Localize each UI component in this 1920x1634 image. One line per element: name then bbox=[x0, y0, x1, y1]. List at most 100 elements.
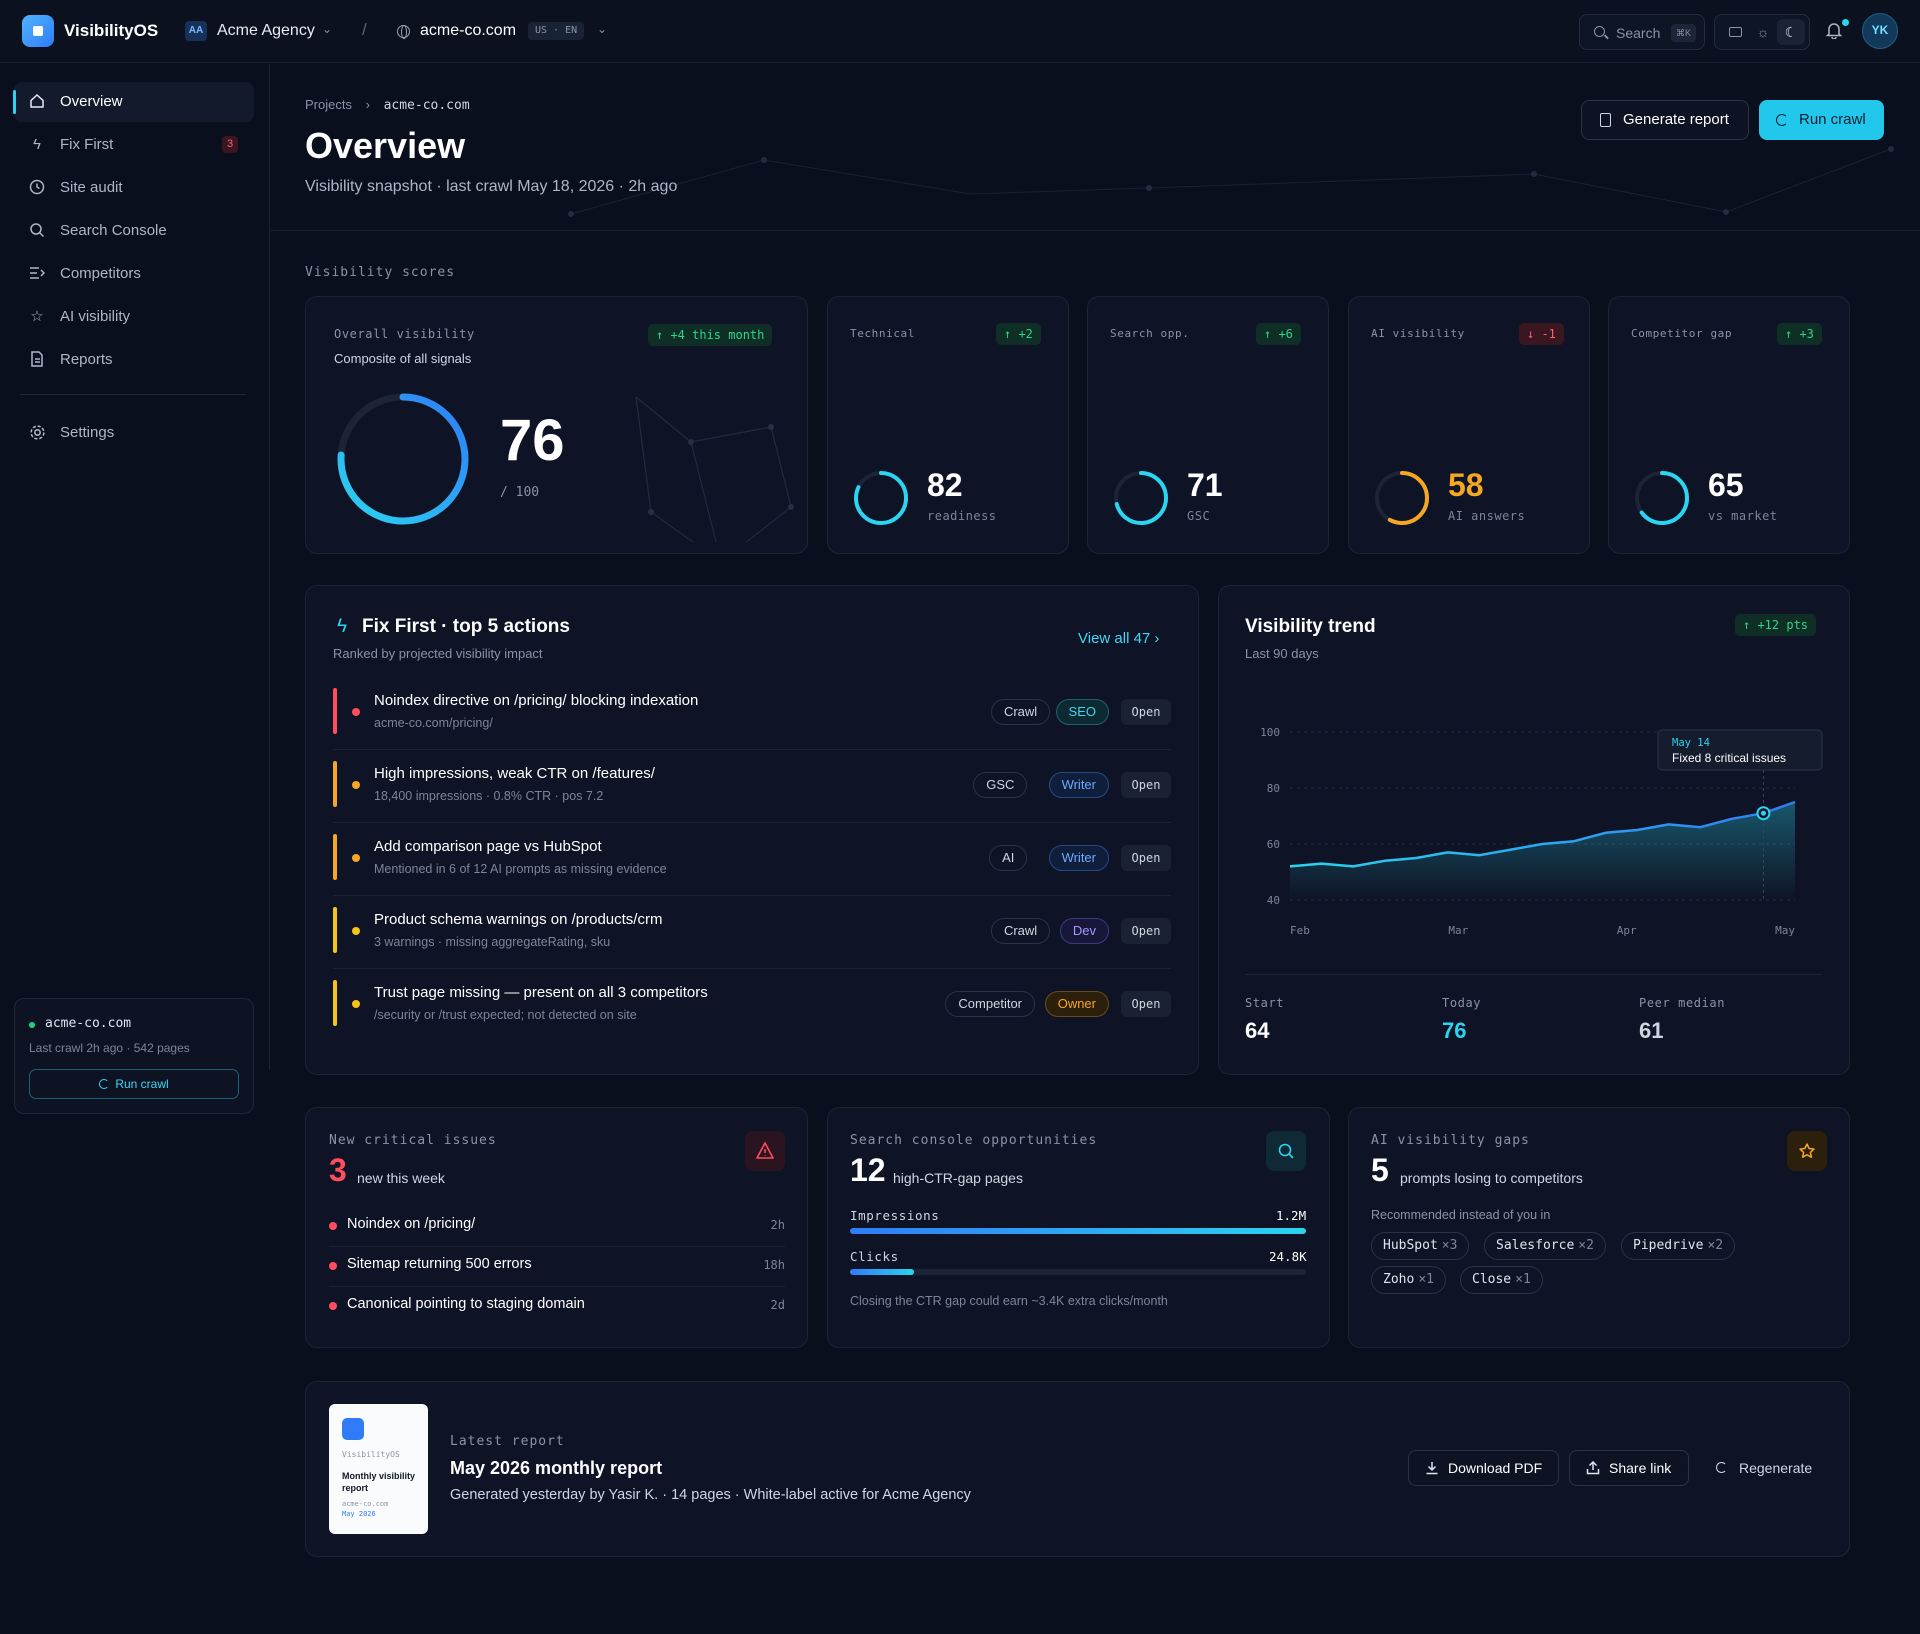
sidebar-item-search-console[interactable]: Search Console bbox=[14, 211, 254, 251]
trend-area bbox=[1290, 802, 1795, 900]
trend-stat-value: 61 bbox=[1639, 1018, 1664, 1043]
divider bbox=[333, 895, 1171, 896]
monitor-icon[interactable] bbox=[1721, 19, 1749, 45]
tag-ai[interactable]: AI bbox=[989, 845, 1028, 871]
download-label: Download PDF bbox=[1448, 1460, 1543, 1476]
competitor-chip[interactable]: HubSpot ×3 bbox=[1371, 1232, 1470, 1260]
site-switcher[interactable]: acme-co.com bbox=[420, 22, 516, 40]
divider bbox=[329, 1286, 785, 1287]
page-subtitle: Visibility snapshot · last crawl May 18,… bbox=[305, 178, 678, 195]
avatar[interactable]: YK bbox=[1862, 13, 1898, 49]
severity-dot bbox=[352, 854, 360, 862]
app-name[interactable]: VisibilityOS bbox=[64, 21, 158, 41]
fix-first-row[interactable]: Add comparison page vs HubSpot Mentioned … bbox=[333, 834, 1171, 906]
tag-writer[interactable]: Writer bbox=[1048, 845, 1109, 871]
sidebar-item-competitors[interactable]: Competitors bbox=[14, 254, 254, 294]
score-card-delta: ↑ +2 bbox=[996, 323, 1041, 345]
critical-count: 3 bbox=[329, 1152, 347, 1188]
impressions-value: 1.2M bbox=[1276, 1208, 1307, 1223]
severity-dot bbox=[352, 1000, 360, 1008]
sidebar-item-overview[interactable]: Overview bbox=[13, 82, 254, 122]
annotation-date: May 14 bbox=[1672, 737, 1710, 749]
tag-crawl[interactable]: Crawl bbox=[990, 699, 1051, 725]
fix-first-row-sub: acme-co.com/pricing/ bbox=[374, 716, 493, 730]
bell-icon[interactable] bbox=[1825, 21, 1843, 40]
competitor-chip[interactable]: Salesforce ×2 bbox=[1484, 1232, 1606, 1260]
breadcrumb-projects[interactable]: Projects bbox=[305, 97, 352, 112]
search-icon[interactable] bbox=[1266, 1131, 1306, 1171]
breadcrumb: Projects › acme-co.com bbox=[305, 97, 470, 113]
severity-bar bbox=[333, 688, 337, 734]
tag-competitor[interactable]: Competitor bbox=[945, 991, 1035, 1017]
report-thumb-brand: VisibilityOS bbox=[342, 1450, 400, 1459]
sc-label: Search console opportunities bbox=[850, 1133, 1098, 1148]
notification-dot bbox=[1842, 19, 1849, 26]
view-all-link[interactable]: View all 47 › bbox=[1078, 630, 1159, 647]
open-button[interactable]: Open bbox=[1121, 772, 1171, 798]
fix-first-row-title: High impressions, weak CTR on /features/ bbox=[374, 765, 655, 782]
bolt-icon: ϟ bbox=[337, 616, 348, 637]
constellation-decoration bbox=[635, 396, 794, 542]
fix-first-row[interactable]: High impressions, weak CTR on /features/… bbox=[333, 761, 1171, 833]
tag-writer[interactable]: Writer bbox=[1048, 772, 1109, 798]
sidebar-item-ai-visibility[interactable]: ☆ AI visibility bbox=[14, 297, 254, 337]
sidebar: Overview ϟ Fix First 3 Site audit Search… bbox=[0, 64, 270, 1114]
fix-first-row[interactable]: Product schema warnings on /products/crm… bbox=[333, 907, 1171, 979]
fix-first-row[interactable]: Noindex directive on /pricing/ blocking … bbox=[333, 688, 1171, 760]
fix-first-row-title: Product schema warnings on /products/crm bbox=[374, 911, 663, 928]
fix-first-row[interactable]: Trust page missing — present on all 3 co… bbox=[333, 980, 1171, 1052]
run-crawl-button[interactable]: Run crawl bbox=[29, 1069, 239, 1099]
competitor-count: ×2 bbox=[1707, 1238, 1724, 1253]
issue-text: Sitemap returning 500 errors bbox=[347, 1256, 532, 1272]
critical-issue-row[interactable]: Canonical pointing to staging domain 2d bbox=[329, 1290, 785, 1330]
download-pdf-button[interactable]: Download PDF bbox=[1408, 1450, 1559, 1486]
moon-icon[interactable]: ☾ bbox=[1777, 19, 1805, 45]
severity-dot bbox=[352, 708, 360, 716]
clock-icon bbox=[28, 179, 46, 197]
alert-triangle-icon[interactable] bbox=[745, 1131, 785, 1171]
fix-first-row-sub: Mentioned in 6 of 12 AI prompts as missi… bbox=[374, 862, 667, 876]
chevron-down-icon[interactable]: ⌄ bbox=[597, 22, 607, 36]
tag-gsc[interactable]: GSC bbox=[973, 772, 1028, 798]
open-button[interactable]: Open bbox=[1121, 918, 1171, 944]
run-crawl-button[interactable]: Run crawl bbox=[1759, 100, 1884, 140]
open-button[interactable]: Open bbox=[1121, 991, 1171, 1017]
fix-first-row-sub: /security or /trust expected; not detect… bbox=[374, 1008, 637, 1022]
run-crawl-label: Run crawl bbox=[1799, 111, 1866, 128]
score-card-value: 65 bbox=[1708, 467, 1744, 503]
sidebar-item-reports[interactable]: Reports bbox=[14, 340, 254, 380]
tag-owner[interactable]: Owner bbox=[1044, 991, 1109, 1017]
regenerate-button[interactable]: Regenerate bbox=[1699, 1450, 1829, 1486]
competitor-chip[interactable]: Zoho ×1 bbox=[1371, 1266, 1446, 1294]
tag-dev[interactable]: Dev bbox=[1059, 918, 1109, 944]
critical-issue-row[interactable]: Sitemap returning 500 errors 18h bbox=[329, 1250, 785, 1290]
document-icon bbox=[28, 351, 46, 369]
critical-issue-row[interactable]: Noindex on /pricing/ 2h bbox=[329, 1210, 785, 1250]
search-button[interactable]: Search ⌘K bbox=[1579, 14, 1705, 50]
competitor-chip[interactable]: Close ×1 bbox=[1460, 1266, 1543, 1294]
sidebar-item-count: 3 bbox=[222, 136, 239, 153]
sidebar-item-settings[interactable]: Settings bbox=[14, 413, 254, 453]
generate-report-button[interactable]: Generate report bbox=[1581, 100, 1749, 140]
refresh-icon bbox=[99, 1079, 110, 1089]
score-ring bbox=[1114, 471, 1168, 525]
open-button[interactable]: Open bbox=[1121, 845, 1171, 871]
sun-icon[interactable]: ☼ bbox=[1749, 19, 1777, 45]
overall-visibility-card: Overall visibility Composite of all sign… bbox=[305, 296, 808, 554]
score-card-value: 58 bbox=[1448, 467, 1484, 503]
chevron-down-icon[interactable]: ⌄ bbox=[322, 22, 332, 36]
star-icon[interactable] bbox=[1787, 1131, 1827, 1171]
sidebar-item-site-audit[interactable]: Site audit bbox=[14, 168, 254, 208]
competitor-chip[interactable]: Pipedrive ×2 bbox=[1621, 1232, 1736, 1260]
share-link-button[interactable]: Share link bbox=[1569, 1450, 1689, 1486]
clicks-bar bbox=[850, 1269, 1306, 1275]
open-button[interactable]: Open bbox=[1121, 699, 1171, 725]
agency-switcher[interactable]: Acme Agency bbox=[217, 22, 315, 40]
report-thumbnail[interactable]: VisibilityOS Monthly visibility report a… bbox=[329, 1404, 428, 1534]
score-card-label: Competitor gap bbox=[1631, 327, 1733, 340]
tag-seo[interactable]: SEO bbox=[1055, 699, 1109, 725]
tag-crawl[interactable]: Crawl bbox=[990, 918, 1051, 944]
theme-toggle: ☼ ☾ bbox=[1714, 14, 1810, 50]
sidebar-item-fix-first[interactable]: ϟ Fix First 3 bbox=[14, 125, 254, 165]
app-logo-icon[interactable] bbox=[22, 15, 54, 47]
